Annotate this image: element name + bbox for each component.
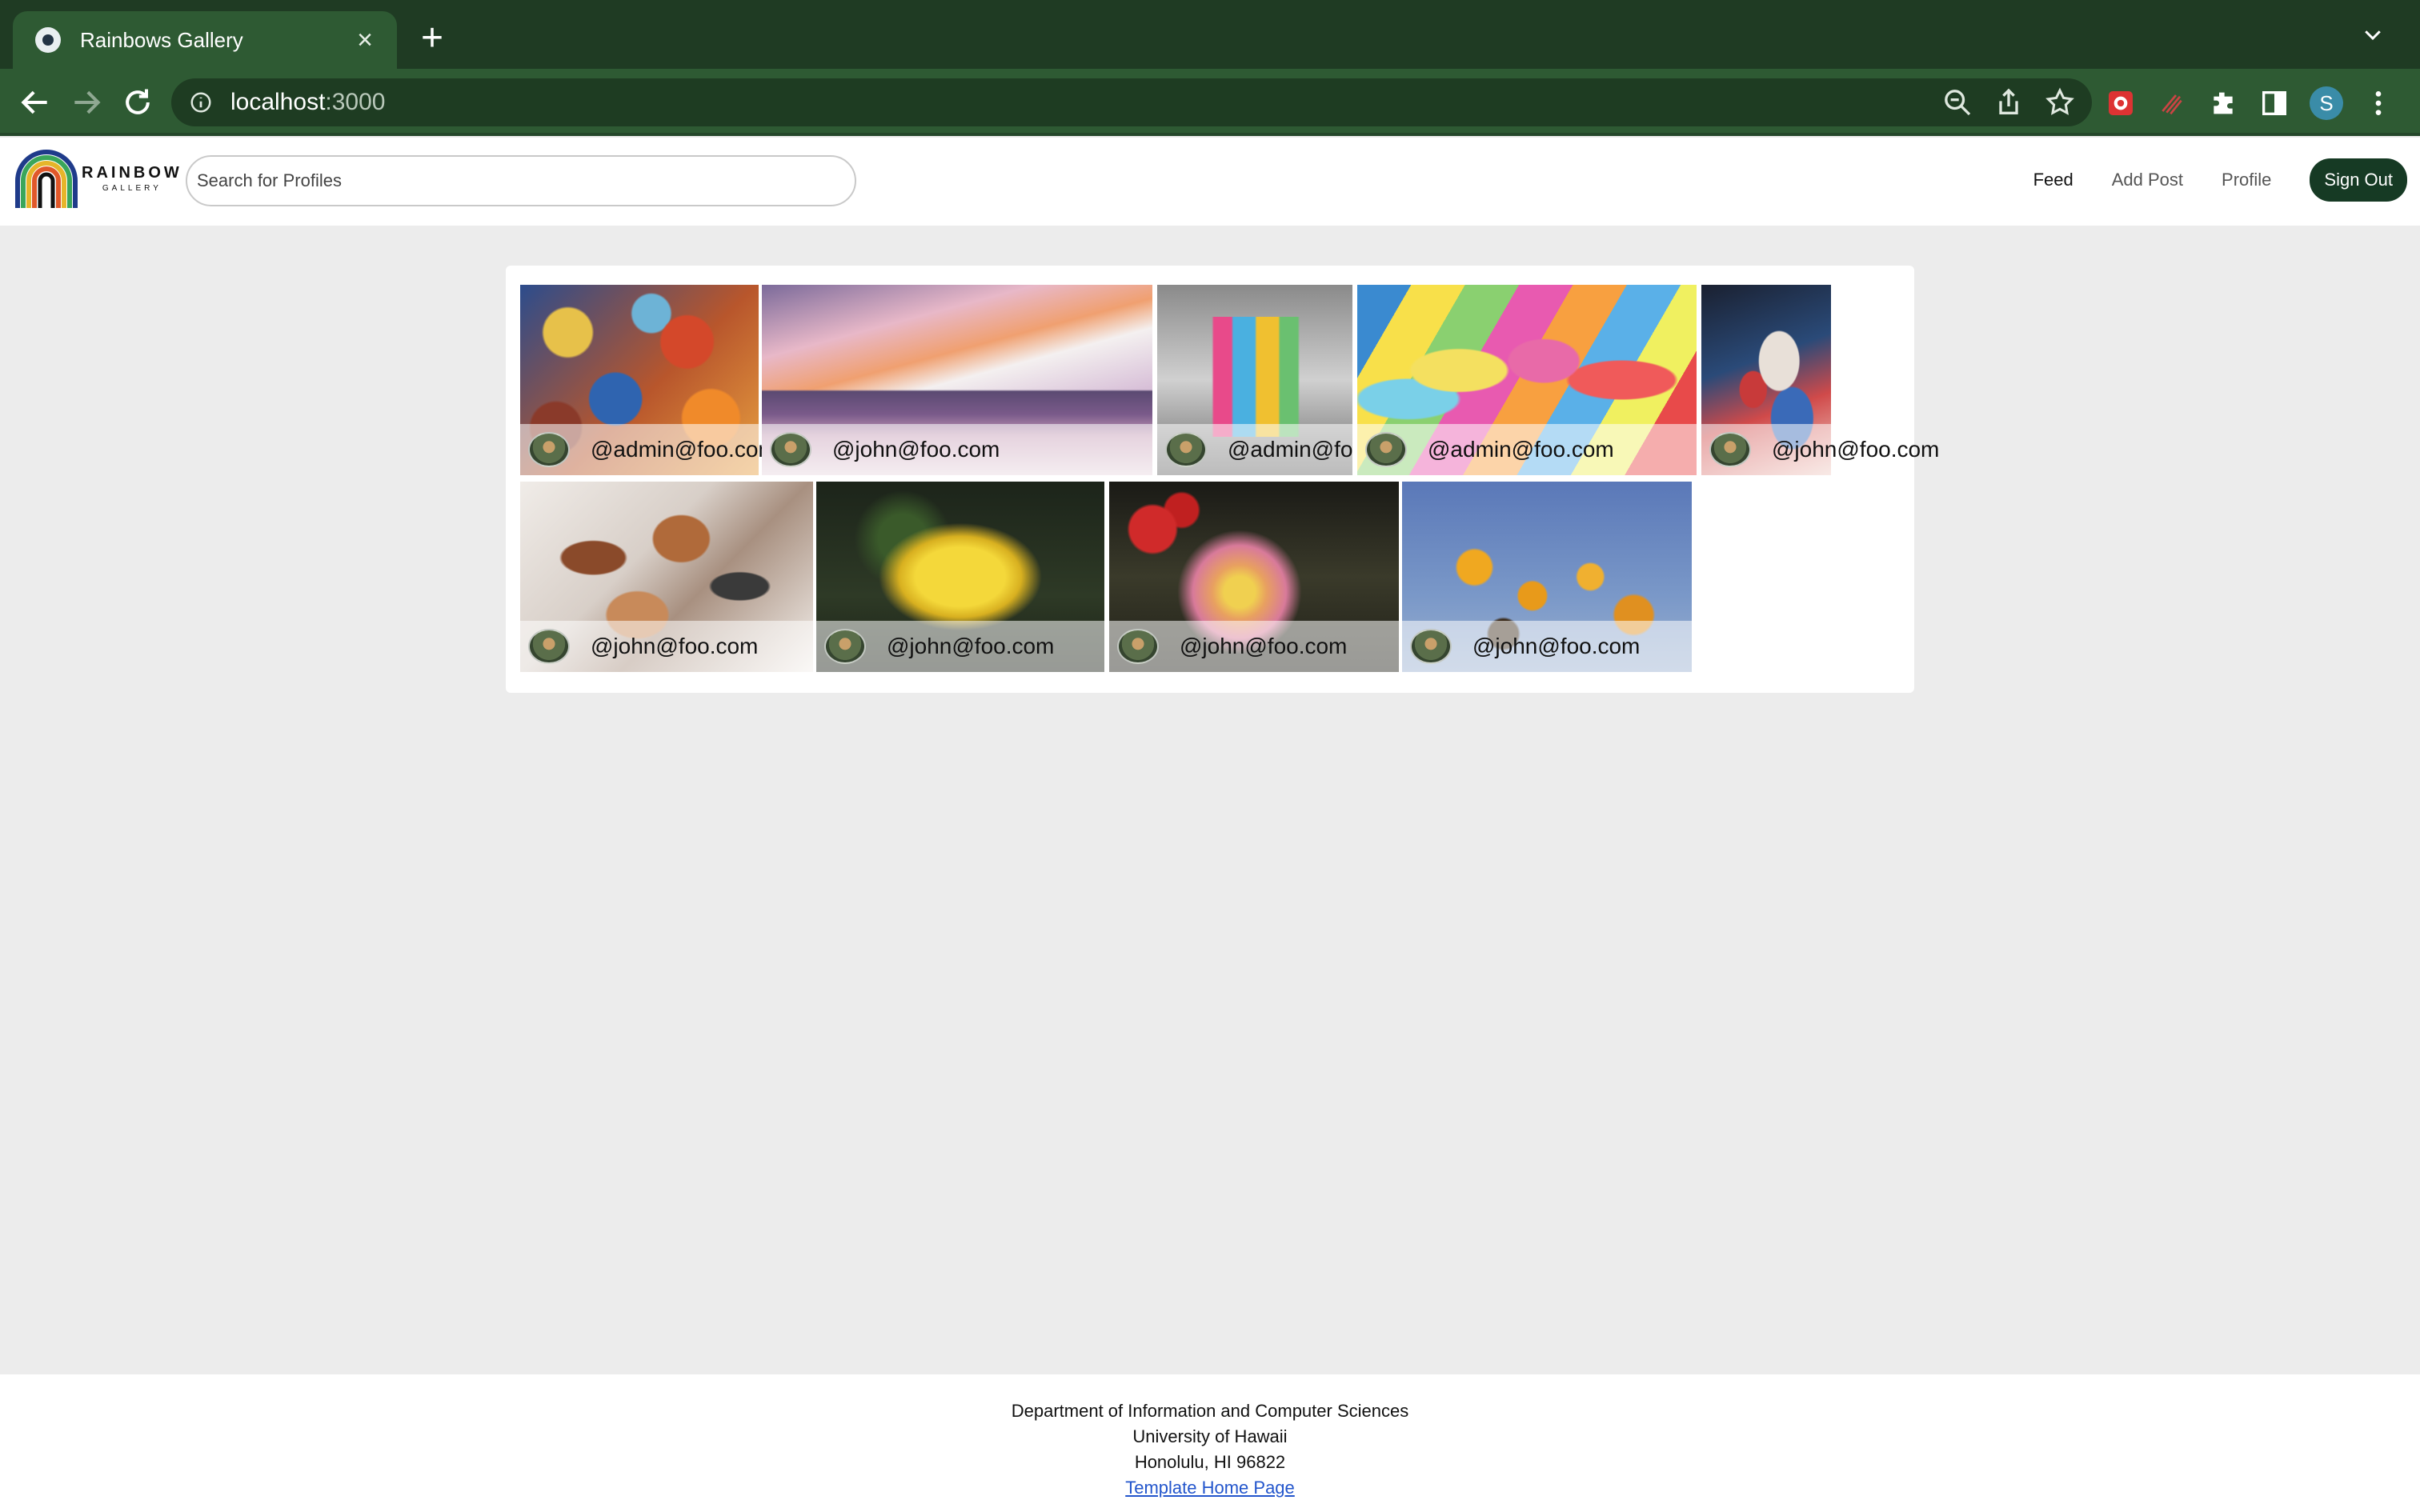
user-avatar[interactable]: [528, 629, 570, 664]
post-tile[interactable]: @admin@foo.com: [1357, 285, 1697, 475]
gallery-panel: @admin@foo.com @john@foo.com @admin@foo.…: [506, 266, 1939, 693]
post-username[interactable]: @john@foo.com: [1180, 634, 1347, 659]
rainbow-logo-icon: [15, 150, 78, 208]
bookmark-star-icon[interactable]: [2044, 86, 2076, 118]
user-avatar[interactable]: [1117, 629, 1159, 664]
user-avatar[interactable]: [528, 432, 570, 467]
post-tile[interactable]: @admin@foo.com: [1157, 285, 1352, 475]
post-tile[interactable]: @john@foo.com: [762, 285, 1152, 475]
post-username[interactable]: @john@foo.com: [1772, 437, 1939, 462]
nav-profile-link[interactable]: Profile: [2222, 170, 2271, 190]
browser-tab[interactable]: Rainbows Gallery ×: [13, 11, 397, 69]
reload-icon[interactable]: [120, 85, 155, 120]
post-username[interactable]: @admin@foo.com: [1228, 437, 1352, 462]
browser-tabstrip: Rainbows Gallery × +: [0, 0, 2420, 69]
user-avatar[interactable]: [1709, 432, 1751, 467]
app-navbar: RAINBOW GALLERY Feed Add Post Profile Si…: [0, 138, 2420, 226]
profile-search-input[interactable]: [186, 155, 856, 206]
close-icon[interactable]: ×: [349, 26, 381, 54]
brand-subtitle: GALLERY: [102, 184, 162, 193]
nav-feed-link[interactable]: Feed: [2033, 170, 2073, 190]
post-username[interactable]: @john@foo.com: [887, 634, 1054, 659]
puzzle-icon[interactable]: [2207, 87, 2239, 119]
post-username[interactable]: @admin@foo.com: [591, 437, 777, 462]
sign-out-button[interactable]: Sign Out: [2310, 158, 2407, 202]
back-arrow-icon[interactable]: [18, 85, 53, 120]
post-tile[interactable]: @john@foo.com: [1402, 482, 1692, 672]
extension-red-icon[interactable]: [2105, 87, 2137, 119]
forward-arrow-icon[interactable]: [69, 85, 104, 120]
new-tab-button[interactable]: +: [415, 18, 450, 59]
info-icon[interactable]: [189, 90, 213, 114]
post-username[interactable]: @john@foo.com: [591, 634, 758, 659]
favicon-icon: [35, 27, 61, 53]
profile-avatar[interactable]: S: [2310, 86, 2343, 120]
post-username[interactable]: @john@foo.com: [1472, 634, 1640, 659]
post-username[interactable]: @admin@foo.com: [1428, 437, 1614, 462]
tab-search-chevron-icon[interactable]: [2361, 22, 2385, 46]
page-footer: Department of Information and Computer S…: [0, 1374, 2420, 1512]
post-username[interactable]: @john@foo.com: [832, 437, 1000, 462]
post-tile[interactable]: @john@foo.com: [520, 482, 813, 672]
share-icon[interactable]: [1993, 86, 2025, 118]
post-tile[interactable]: @john@foo.com: [1701, 285, 1939, 475]
address-bar[interactable]: localhost:3000: [171, 78, 2092, 126]
brand-name: RAINBOW: [82, 164, 182, 182]
url-text: localhost:3000: [230, 89, 386, 115]
footer-department: Department of Information and Computer S…: [1011, 1401, 1409, 1421]
browser-toolbar: localhost:3000 S: [0, 69, 2420, 136]
user-avatar[interactable]: [1165, 432, 1207, 467]
brand-logo[interactable]: RAINBOW GALLERY: [14, 149, 182, 208]
template-home-link[interactable]: Template Home Page: [1125, 1475, 1295, 1501]
post-tile[interactable]: @admin@foo.com: [520, 285, 777, 475]
user-avatar[interactable]: [1410, 629, 1452, 664]
kebab-menu-icon[interactable]: [2362, 87, 2394, 119]
user-avatar[interactable]: [1365, 432, 1407, 467]
zoom-out-icon[interactable]: [1941, 86, 1973, 118]
footer-university: University of Hawaii: [1132, 1426, 1288, 1446]
footer-address: Honolulu, HI 96822: [1134, 1452, 1286, 1472]
side-panel-icon[interactable]: [2258, 87, 2290, 119]
user-avatar[interactable]: [824, 629, 866, 664]
user-avatar[interactable]: [770, 432, 811, 467]
nav-add-post-link[interactable]: Add Post: [2112, 170, 2183, 190]
post-tile[interactable]: @john@foo.com: [1109, 482, 1399, 672]
extension-stripes-icon[interactable]: [2156, 87, 2188, 119]
tab-title: Rainbows Gallery: [80, 27, 243, 52]
post-tile[interactable]: @john@foo.com: [816, 482, 1104, 672]
